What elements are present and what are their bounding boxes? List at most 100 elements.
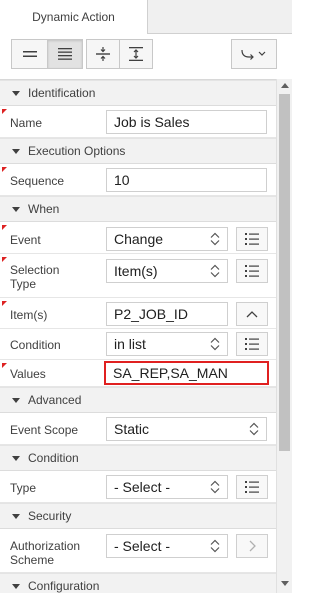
tab-dynamic-action[interactable]: Dynamic Action <box>0 0 148 35</box>
group-label: Identification <box>28 86 96 100</box>
collapse-triangle-icon <box>12 90 20 96</box>
group-identification[interactable]: Identification <box>0 80 276 106</box>
expand-groups-icon <box>129 47 143 61</box>
tab-label: Dynamic Action <box>32 10 115 24</box>
group-label: Security <box>28 509 72 523</box>
property-label: Sequence <box>10 174 65 188</box>
property-authorization-scheme: Authorization Scheme - Select - <box>0 529 276 573</box>
scroll-up-arrow-icon[interactable] <box>281 83 289 88</box>
required-marker-icon <box>2 109 7 114</box>
property-condition: Condition in list <box>0 329 276 360</box>
property-event-scope: Event Scope Static <box>0 413 276 445</box>
spinner-arrows-icon <box>210 480 220 494</box>
property-label: Name <box>10 116 43 130</box>
property-label: Condition <box>10 338 61 352</box>
select-value: Change <box>114 231 164 247</box>
group-configuration[interactable]: Configuration <box>0 573 276 593</box>
selection-type-select[interactable]: Item(s) <box>106 259 228 283</box>
required-marker-icon <box>2 225 7 230</box>
select-value: - Select - <box>114 538 171 554</box>
chevron-right-icon <box>249 540 256 552</box>
event-list-button[interactable] <box>236 227 268 251</box>
select-value: - Select - <box>114 479 171 495</box>
show-common-button[interactable] <box>47 39 83 69</box>
select-value: Item(s) <box>114 263 158 279</box>
property-selection-type: Selection Type Item(s) <box>0 254 276 298</box>
group-security[interactable]: Security <box>0 503 276 529</box>
property-label: Authorization Scheme <box>10 539 81 567</box>
authorization-scheme-go-button[interactable] <box>236 534 268 558</box>
scroll-down-arrow-icon[interactable] <box>281 581 289 586</box>
selection-type-list-button[interactable] <box>236 259 268 283</box>
property-label: Item(s) <box>10 308 48 322</box>
collapse-triangle-icon <box>12 513 20 519</box>
collapse-triangle-icon <box>12 397 20 403</box>
go-to-group-button[interactable] <box>231 39 277 69</box>
group-advanced[interactable]: Advanced <box>0 387 276 413</box>
collapse-groups-button[interactable] <box>86 39 120 69</box>
group-execution-options[interactable]: Execution Options <box>0 138 276 164</box>
group-condition[interactable]: Condition <box>0 445 276 471</box>
select-value: in list <box>114 336 146 352</box>
group-label: Configuration <box>28 579 100 593</box>
collapse-groups-icon <box>96 47 110 61</box>
authorization-scheme-select[interactable]: - Select - <box>106 534 228 558</box>
event-select[interactable]: Change <box>106 227 228 251</box>
expand-groups-button[interactable] <box>119 39 153 69</box>
type-select[interactable]: - Select - <box>106 475 228 499</box>
type-list-button[interactable] <box>236 475 268 499</box>
collapse-triangle-icon <box>12 206 20 212</box>
spinner-arrows-icon <box>210 264 220 278</box>
required-marker-icon <box>2 301 7 306</box>
group-when[interactable]: When <box>0 196 276 222</box>
property-items: Item(s) P2_JOB_ID <box>0 298 276 329</box>
property-label: Selection Type <box>10 263 60 291</box>
spinner-arrows-icon <box>210 337 220 351</box>
event-scope-select[interactable]: Static <box>106 417 267 441</box>
group-label: Advanced <box>28 393 82 407</box>
collapse-triangle-icon <box>12 455 20 461</box>
scrollbar-thumb[interactable] <box>279 94 290 451</box>
select-value: Static <box>114 421 150 437</box>
property-sequence: Sequence 10 <box>0 164 276 196</box>
property-label: Event <box>10 233 41 247</box>
property-type: Type - Select - <box>0 471 276 503</box>
items-input[interactable]: P2_JOB_ID <box>106 302 228 326</box>
group-label: Condition <box>28 451 79 465</box>
items-picker-button[interactable] <box>236 302 268 326</box>
chevron-up-icon <box>246 311 258 318</box>
sequence-input[interactable]: 10 <box>106 168 267 192</box>
list-icon <box>245 481 259 493</box>
collapse-all-button[interactable] <box>11 39 48 69</box>
list-icon <box>245 233 259 245</box>
list-icon <box>245 265 259 277</box>
property-label: Values <box>10 367 46 381</box>
collapse-all-icon <box>22 51 37 57</box>
go-to-group-icon <box>241 49 266 60</box>
spinner-arrows-icon <box>249 422 259 436</box>
show-common-icon <box>58 48 72 60</box>
collapse-triangle-icon <box>12 583 20 589</box>
condition-list-button[interactable] <box>236 332 268 356</box>
collapse-triangle-icon <box>12 148 20 154</box>
property-label: Type <box>10 481 37 495</box>
required-marker-icon <box>2 363 7 368</box>
spinner-arrows-icon <box>210 232 220 246</box>
property-editor: Identification Name Job is Sales Executi… <box>0 79 276 593</box>
condition-select[interactable]: in list <box>106 332 228 356</box>
vertical-scrollbar[interactable] <box>276 79 292 593</box>
required-marker-icon <box>2 257 7 262</box>
group-label: When <box>28 202 60 216</box>
property-values: Values SA_REP,SA_MAN <box>0 360 276 387</box>
required-marker-icon <box>2 167 7 172</box>
property-toolbar <box>0 34 292 78</box>
property-event: Event Change <box>0 222 276 254</box>
name-input[interactable]: Job is Sales <box>106 110 267 134</box>
property-label: Event Scope <box>10 423 79 437</box>
values-input[interactable]: SA_REP,SA_MAN <box>104 361 269 385</box>
property-name: Name Job is Sales <box>0 106 276 138</box>
list-icon <box>245 338 259 350</box>
spinner-arrows-icon <box>210 539 220 553</box>
group-label: Execution Options <box>28 144 126 158</box>
tab-strip: Dynamic Action <box>0 0 292 35</box>
